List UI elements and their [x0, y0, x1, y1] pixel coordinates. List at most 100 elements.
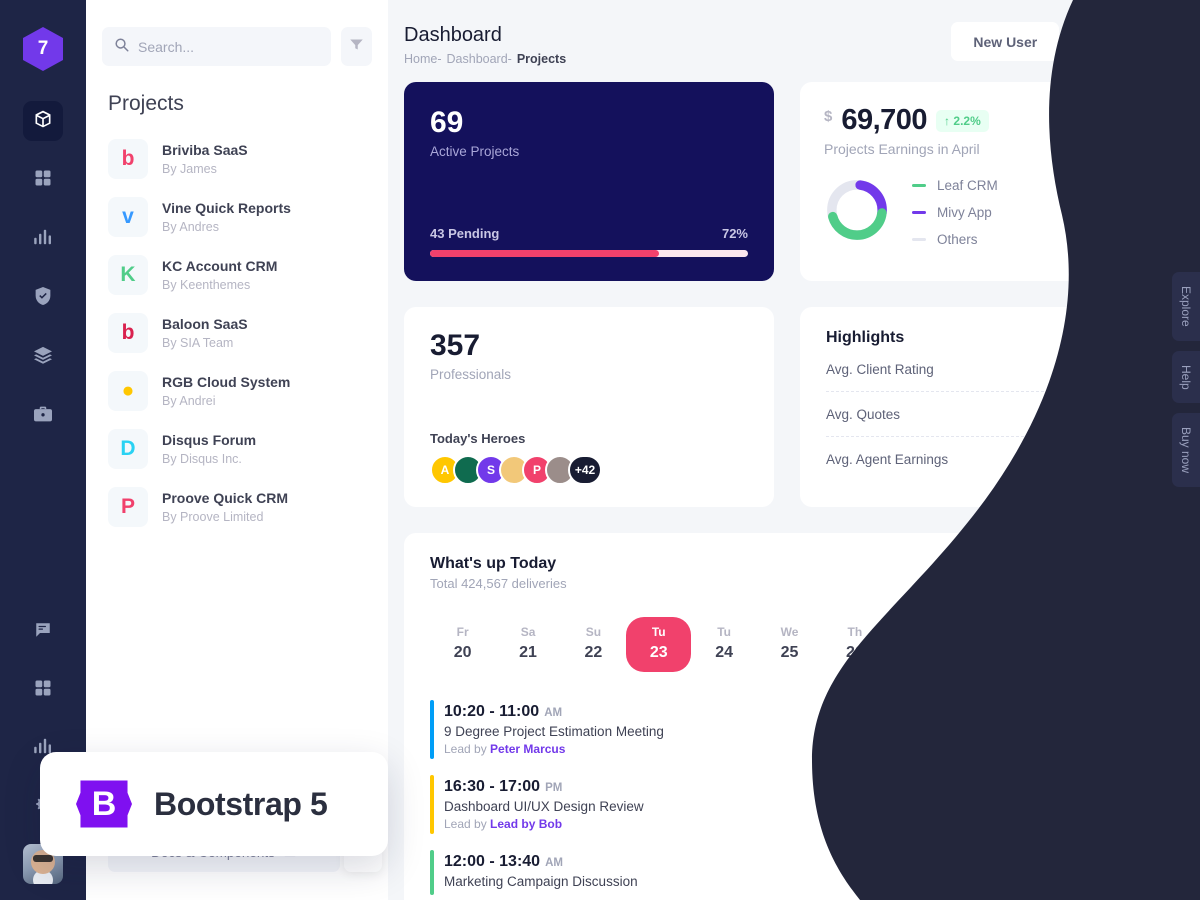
event-lead-name: Peter Marcus	[490, 742, 566, 756]
project-owner: By Andres	[162, 220, 219, 235]
project-logo-icon: K	[108, 255, 148, 295]
rail-item-analytics[interactable]	[23, 219, 63, 259]
edge-tab-buy-now[interactable]: Buy now	[1172, 413, 1200, 488]
event-lead: Lead by Peter Marcus	[444, 742, 664, 756]
day-cell[interactable]: Th 26	[822, 617, 887, 672]
view-button[interactable]: View	[1085, 712, 1149, 747]
day-number: 25	[780, 644, 799, 661]
highlight-value-group: ↗ 7.8/10	[1079, 360, 1149, 378]
currency-symbol: $	[824, 108, 833, 125]
day-cell[interactable]: Fr 20	[430, 617, 495, 672]
search-input[interactable]	[138, 38, 319, 55]
cards-grid: 69 Active Projects 43 Pending 72% $ 69,7…	[388, 66, 1200, 507]
day-cell[interactable]: Su 29	[1018, 617, 1083, 672]
legend-swatch	[912, 184, 926, 187]
highlights-card: Highlights Avg. Client Rating ↗ 7.8/10 Avg.…	[800, 307, 1175, 507]
list-item[interactable]: 10:20 - 11:00 AM 9 Degree Project Estimati…	[430, 692, 1149, 767]
day-cell[interactable]: Su 22	[561, 617, 626, 672]
day-name: Mo	[1107, 625, 1125, 639]
highlight-suffix: /10	[1129, 361, 1149, 377]
highlight-value: 7.8	[1101, 361, 1121, 377]
day-name: Tu	[651, 625, 666, 639]
filter-button[interactable]	[341, 27, 372, 66]
edge-tab-buy-now-label: Buy now	[1179, 427, 1193, 474]
new-goal-button[interactable]: New Goal	[1067, 22, 1175, 61]
project-logo-icon: P	[108, 487, 148, 527]
view-button[interactable]: View	[1085, 787, 1149, 822]
project-logo-icon: b	[108, 313, 148, 353]
legend-value: $2,820	[1109, 205, 1151, 220]
day-number: 20	[453, 644, 472, 661]
day-cell[interactable]: Sa 21	[495, 617, 560, 672]
progress-labels: 43 Pending 72%	[430, 226, 748, 241]
legend-value: $45,257	[1102, 232, 1151, 247]
table-row: Avg. Quotes ↙ 730	[826, 391, 1149, 436]
list-item[interactable]: D Disqus Forum By Disqus Inc.	[86, 420, 388, 478]
app-logo[interactable]: 7	[23, 27, 63, 71]
event-lead-prefix: Lead by	[444, 817, 491, 831]
breadcrumb-item[interactable]: Home-	[404, 52, 442, 66]
whats-up-today-card: What's up Today Total 424,567 deliveries…	[404, 533, 1175, 900]
day-name: Th	[847, 625, 863, 639]
day-cell[interactable]: Sa 28	[953, 617, 1018, 672]
day-number: 29	[1042, 644, 1060, 661]
project-owner: By Proove Limited	[162, 510, 264, 525]
project-name: Disqus Forum	[162, 431, 257, 448]
breadcrumb-item[interactable]: Projects	[517, 52, 566, 66]
day-cell-selected[interactable]: Tu 23	[626, 617, 692, 672]
rail-item-security[interactable]	[23, 278, 63, 318]
rail-item-briefcase[interactable]	[23, 396, 63, 436]
edge-tab-help[interactable]: Help	[1172, 350, 1200, 404]
rail-item-chat[interactable]	[23, 612, 63, 652]
day-cell[interactable]: Mo 30	[1084, 617, 1149, 672]
view-button[interactable]: View	[1085, 855, 1149, 890]
event-ampm: AM	[545, 857, 563, 869]
day-cell[interactable]: Tu 24	[691, 617, 756, 672]
day-number: 30	[1107, 644, 1126, 661]
day-cell[interactable]: Fri 27	[888, 617, 953, 672]
legend-label: Others	[937, 232, 978, 247]
rail-item-grid-2[interactable]	[23, 670, 63, 710]
edge-tab-explore-label: Explore	[1179, 286, 1193, 327]
avatar[interactable]: +42	[568, 455, 602, 485]
event-title: 9 Degree Project Estimation Meeting	[444, 724, 664, 739]
new-user-button[interactable]: New User	[951, 22, 1060, 61]
list-item[interactable]: 12:00 - 13:40 AM Marketing Campaign Discus…	[430, 842, 1149, 900]
active-projects-value: 69	[430, 106, 464, 139]
list-item[interactable]: K KC Account CRM By Keenthemes	[86, 246, 388, 304]
project-name: Baloon SaaS	[162, 315, 248, 332]
breadcrumb-item[interactable]: Dashboard-	[447, 52, 512, 66]
events-list: 10:20 - 11:00 AM 9 Degree Project Estimati…	[430, 692, 1149, 900]
shield-check-icon	[34, 286, 52, 311]
list-item[interactable]: b Briviba SaaS By James	[86, 130, 388, 188]
today-header: What's up Today Total 424,567 deliveries…	[430, 555, 1149, 591]
list-item[interactable]: P Proove Quick CRM By Proove Limited	[86, 478, 388, 536]
event-title: Dashboard UI/UX Design Review	[444, 799, 644, 814]
day-cell[interactable]: We 25	[757, 617, 822, 672]
list-item[interactable]: b Baloon SaaS By SIA Team	[86, 304, 388, 362]
professionals-label: Professionals	[430, 367, 512, 382]
project-owner: By James	[162, 162, 217, 177]
project-name: Vine Quick Reports	[162, 199, 291, 216]
bootstrap-promo-label: Bootstrap 5	[154, 785, 328, 822]
layers-icon	[33, 346, 53, 369]
rail-item-grid[interactable]	[23, 160, 63, 200]
highlight-label: Avg. Client Rating	[826, 361, 934, 377]
rail-item-cube[interactable]	[23, 101, 63, 141]
list-item[interactable]: ● RGB Cloud System By Andrei	[86, 362, 388, 420]
project-logo-icon: b	[108, 139, 148, 179]
rail-item-layers[interactable]	[23, 337, 63, 377]
edge-tab-explore[interactable]: Explore	[1172, 272, 1200, 341]
briefcase-icon	[33, 405, 53, 428]
list-item[interactable]: 16:30 - 17:00 PM Dashboard UI/UX Design Re…	[430, 767, 1149, 842]
bootstrap-logo-icon: B	[76, 780, 132, 828]
search-box[interactable]	[102, 27, 331, 66]
day-number: 26	[845, 644, 864, 661]
day-name: Tu	[717, 625, 731, 639]
professionals-value: 357	[430, 329, 481, 362]
list-item[interactable]: v Vine Quick Reports By Andres	[86, 188, 388, 246]
project-owner: By Disqus Inc.	[162, 452, 242, 467]
edge-tabs: Explore Help Buy now	[1172, 272, 1200, 488]
event-lead: Lead by Lead by Bob	[444, 817, 644, 831]
report-center-button[interactable]: Report Cecnter	[1025, 555, 1149, 591]
